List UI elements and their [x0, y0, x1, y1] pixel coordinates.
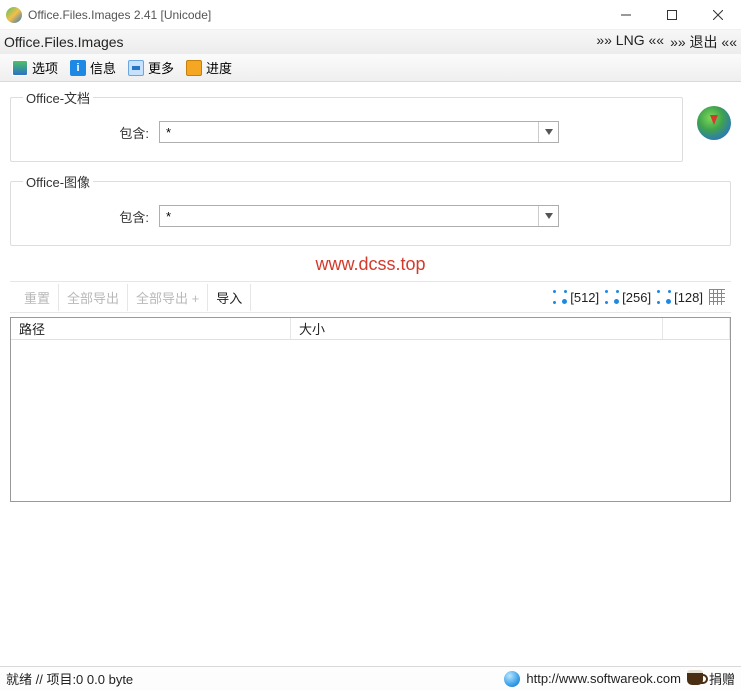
docs-include-input[interactable] — [160, 122, 538, 142]
table-body[interactable] — [11, 340, 730, 501]
options-label: 选项 — [32, 58, 58, 77]
grid-view-button[interactable] — [709, 289, 725, 305]
options-button[interactable]: 选项 — [8, 56, 62, 79]
watermark-text: www.dcss.top — [10, 254, 731, 275]
status-text: 就绪 // 项目:0 0.0 byte — [6, 669, 133, 688]
donate-link[interactable]: 捐赠 — [709, 669, 735, 688]
exit-button[interactable]: »» 退出 «« — [670, 32, 737, 52]
website-link[interactable]: http://www.softwareok.com — [526, 671, 681, 686]
images-include-input[interactable] — [160, 206, 538, 226]
toolbar: 选项 i 信息 更多 进度 — [0, 54, 741, 82]
info-icon: i — [70, 60, 86, 76]
images-include-combo[interactable] — [159, 205, 559, 227]
language-button[interactable]: »» LNG «« — [596, 32, 664, 52]
table-header: 路径 大小 — [11, 318, 730, 340]
resize-icon — [657, 290, 671, 304]
more-label: 更多 — [148, 58, 174, 77]
info-label: 信息 — [90, 58, 116, 77]
col-extra[interactable] — [663, 318, 730, 339]
office-docs-legend: Office-文档 — [23, 88, 93, 107]
close-button[interactable] — [695, 0, 741, 30]
size-128-button[interactable]: [128] — [657, 290, 703, 305]
app-name-label: Office.Files.Images — [4, 34, 124, 50]
import-button[interactable]: 导入 — [208, 284, 251, 311]
office-images-group: Office-图像 包含: — [10, 172, 731, 246]
col-path[interactable]: 路径 — [11, 318, 291, 339]
minimize-button[interactable] — [603, 0, 649, 30]
window-title: Office.Files.Images 2.41 [Unicode] — [28, 8, 211, 22]
col-size[interactable]: 大小 — [291, 318, 663, 339]
export-all-button[interactable]: 全部导出 — [59, 284, 128, 311]
action-bar: 重置 全部导出 全部导出 + 导入 [512] [256] [128] — [10, 281, 731, 313]
size-512-button[interactable]: [512] — [553, 290, 599, 305]
docs-include-combo[interactable] — [159, 121, 559, 143]
office-images-legend: Office-图像 — [23, 172, 93, 191]
results-table: 路径 大小 — [10, 317, 731, 502]
progress-icon — [186, 60, 202, 76]
images-include-label: 包含: — [113, 207, 149, 226]
globe-icon — [504, 671, 520, 687]
resize-icon — [553, 290, 567, 304]
progress-button[interactable]: 进度 — [182, 56, 236, 79]
info-button[interactable]: i 信息 — [66, 56, 120, 79]
coffee-icon — [687, 673, 703, 685]
more-icon — [128, 60, 144, 76]
options-icon — [12, 60, 28, 76]
titlebar: Office.Files.Images 2.41 [Unicode] — [0, 0, 741, 30]
menubar: Office.Files.Images »» LNG «« »» 退出 «« — [0, 30, 741, 54]
docs-include-label: 包含: — [113, 123, 149, 142]
app-icon — [6, 7, 22, 23]
office-docs-group: Office-文档 包含: — [10, 88, 683, 162]
status-bar: 就绪 // 项目:0 0.0 byte http://www.softwareo… — [0, 666, 741, 690]
progress-label: 进度 — [206, 58, 232, 77]
download-icon[interactable] — [697, 106, 731, 140]
chevron-down-icon[interactable] — [538, 122, 558, 142]
maximize-button[interactable] — [649, 0, 695, 30]
size-256-button[interactable]: [256] — [605, 290, 651, 305]
more-button[interactable]: 更多 — [124, 56, 178, 79]
export-all-plus-button[interactable]: 全部导出 + — [128, 284, 208, 311]
reset-button[interactable]: 重置 — [16, 284, 59, 311]
resize-icon — [605, 290, 619, 304]
chevron-down-icon[interactable] — [538, 206, 558, 226]
